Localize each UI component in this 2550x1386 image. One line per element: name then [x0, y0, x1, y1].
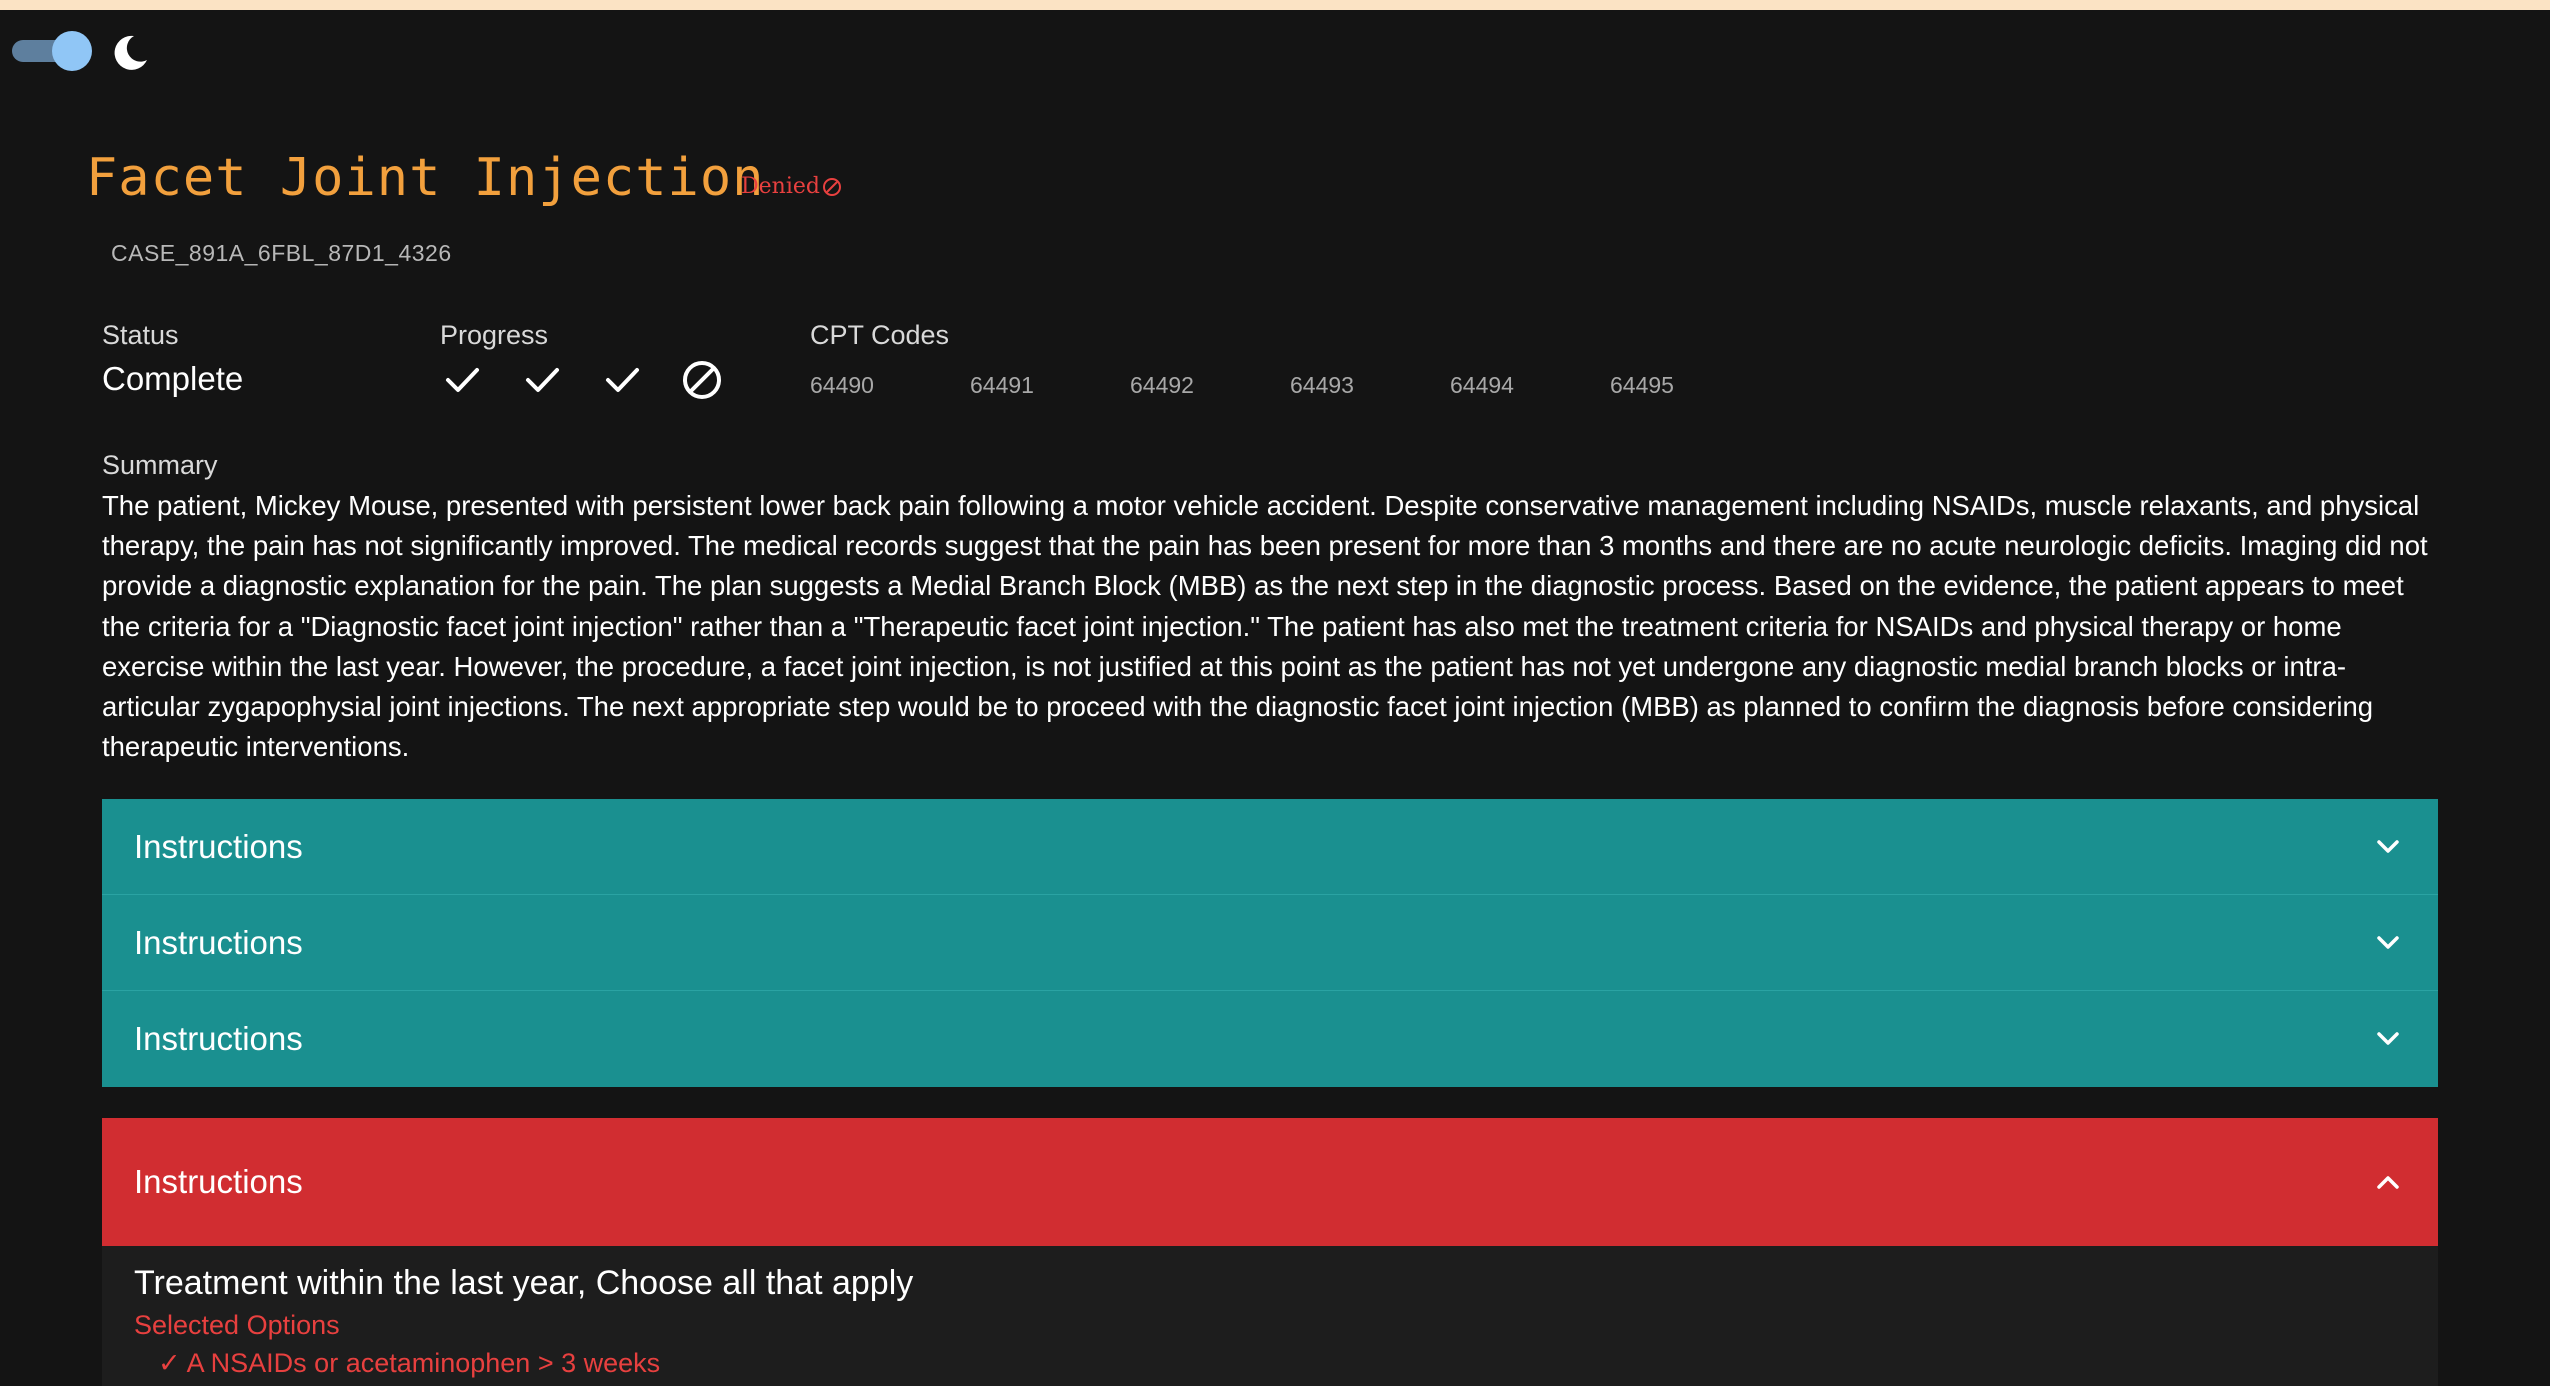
accordion-label: Instructions — [134, 923, 303, 961]
instructions-accordion-2[interactable]: Instructions — [102, 895, 2438, 991]
status-value: Complete — [102, 360, 244, 397]
instructions-accordion-group: Instructions Instructions Instructions — [102, 799, 2438, 1087]
toggle-thumb — [52, 31, 92, 71]
selected-option-item: ✓ A NSAIDs or acetaminophen > 3 weeks — [158, 1348, 660, 1379]
accordion-body: Treatment within the last year, Choose a… — [102, 1246, 2438, 1386]
cpt-code: 64490 — [810, 372, 874, 398]
top-accent-bar — [0, 0, 2550, 10]
instructions-accordion-4[interactable]: Instructions — [102, 1118, 2438, 1246]
chevron-up-icon — [2377, 1176, 2399, 1189]
status-badge-label: Denied — [741, 174, 820, 199]
status-label: Status — [102, 320, 179, 350]
denied-icon — [822, 177, 841, 196]
selected-options-label: Selected Options — [134, 1310, 340, 1340]
status-badge: Denied — [741, 174, 842, 199]
cpt-code: 64495 — [1610, 372, 1674, 398]
page-title: Facet Joint Injection — [86, 148, 765, 208]
check-icon — [526, 368, 559, 392]
instructions-accordion-3[interactable]: Instructions — [102, 991, 2438, 1087]
check-icon — [606, 368, 639, 392]
chevron-down-icon — [2377, 839, 2399, 853]
cpt-code: 64492 — [1130, 372, 1194, 398]
summary-text: The patient, Mickey Mouse, presented wit… — [102, 490, 2428, 763]
chevron-down-icon — [2377, 1032, 2399, 1045]
theme-toggle-switch[interactable] — [12, 31, 92, 71]
cpt-codes-label: CPT Codes — [810, 320, 950, 350]
accordion-label: Instructions — [134, 827, 303, 865]
cpt-code: 64493 — [1290, 372, 1354, 398]
instructions-accordion-expanded: Instructions Treatment within the last y… — [102, 1118, 2438, 1386]
accordion-label: Instructions — [134, 1020, 303, 1057]
check-icon — [446, 368, 479, 392]
denied-step-icon — [683, 361, 721, 399]
instructions-accordion-1[interactable]: Instructions — [102, 799, 2438, 895]
chevron-down-icon — [2377, 935, 2399, 949]
summary-label: Summary — [102, 450, 218, 480]
cpt-code: 64491 — [970, 372, 1034, 398]
cpt-codes-list: 64490 64491 64492 64493 64494 64495 — [810, 372, 1770, 399]
check-icon: ✓ — [158, 1348, 187, 1378]
accordion-label: Instructions — [134, 1163, 303, 1200]
question-text: Treatment within the last year, Choose a… — [134, 1264, 914, 1302]
cpt-code: 64494 — [1450, 372, 1514, 398]
case-id: CASE_891A_6FBL_87D1_4326 — [111, 240, 452, 266]
moon-icon[interactable] — [108, 30, 152, 74]
progress-label: Progress — [440, 320, 549, 350]
selected-option-text: A NSAIDs or acetaminophen > 3 weeks — [186, 1348, 661, 1378]
progress-steps — [440, 358, 724, 402]
